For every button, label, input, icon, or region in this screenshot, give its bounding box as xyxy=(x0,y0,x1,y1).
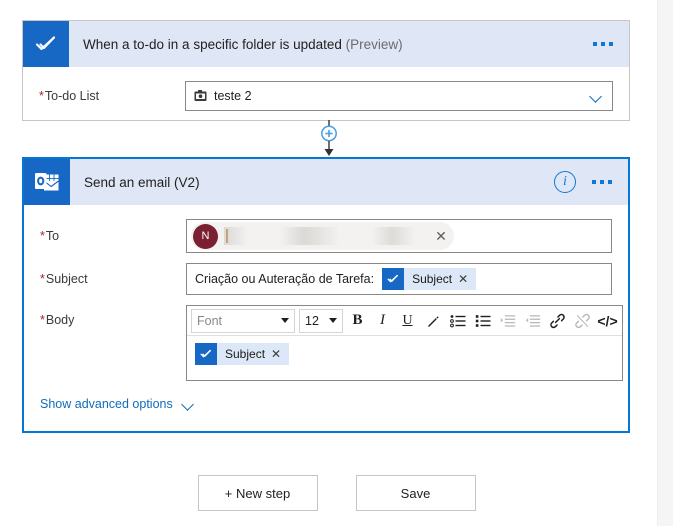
flow-designer-canvas: When a to-do in a specific folder is upd… xyxy=(0,0,673,526)
remove-token-icon[interactable]: ✕ xyxy=(271,347,289,361)
arrow-down-icon xyxy=(324,149,334,156)
font-size-value: 12 xyxy=(305,313,319,328)
info-circle-icon[interactable]: i xyxy=(554,171,576,193)
trigger-title-text: When a to-do in a specific folder is upd… xyxy=(83,36,342,52)
subject-control: Criação ou Auteração de Tarefa: Subject … xyxy=(186,263,612,295)
subject-input[interactable]: Criação ou Auteração de Tarefa: Subject … xyxy=(186,263,612,295)
todo-list-value: teste 2 xyxy=(214,89,252,103)
preview-tag: (Preview) xyxy=(345,36,403,52)
editor-toolbar: Font 12 B I U </> xyxy=(187,306,622,336)
to-input[interactable]: N ✕ xyxy=(186,219,612,253)
microsoft-todo-icon xyxy=(382,268,405,290)
subject-field-row: *Subject Criação ou Auteração de Tarefa: xyxy=(24,253,628,295)
action-header-main[interactable]: Send an email (V2) xyxy=(24,159,554,205)
action-ellipsis-icon[interactable] xyxy=(590,176,614,188)
remove-recipient-icon[interactable]: ✕ xyxy=(430,229,452,243)
microsoft-todo-icon xyxy=(23,21,69,67)
required-marker: * xyxy=(40,272,45,286)
body-label-text: Body xyxy=(45,313,75,327)
unlink-icon xyxy=(570,308,595,333)
font-size-select[interactable]: 12 xyxy=(299,308,343,333)
rich-text-editor[interactable]: Font 12 B I U </> Subject ✕ xyxy=(186,305,623,381)
subject-label-text: Subject xyxy=(45,272,88,286)
send-email-action-card[interactable]: Send an email (V2) i *To N ✕ *Subject Cr… xyxy=(22,157,630,433)
outlook-icon xyxy=(24,159,70,205)
save-button[interactable]: Save xyxy=(355,475,476,511)
chevron-down-icon[interactable] xyxy=(590,92,604,101)
chevron-down-icon xyxy=(329,318,337,323)
todo-list-label: *To-do List xyxy=(39,81,185,103)
todo-list-label-text: To-do List xyxy=(44,89,100,103)
trigger-card-header[interactable]: When a to-do in a specific folder is upd… xyxy=(23,21,629,67)
recipient-pill[interactable]: N ✕ xyxy=(191,222,454,250)
text-color-icon[interactable] xyxy=(420,308,445,333)
body-label: *Body xyxy=(40,305,186,327)
todo-list-icon xyxy=(194,90,207,102)
to-control: N ✕ xyxy=(186,219,612,253)
action-card-header[interactable]: Send an email (V2) i xyxy=(24,159,628,205)
remove-token-icon[interactable]: ✕ xyxy=(458,272,476,286)
to-field-row: *To N ✕ xyxy=(24,205,628,253)
footer-button-bar: + New step Save xyxy=(0,475,673,511)
flow-connector xyxy=(316,120,342,158)
chevron-down-icon xyxy=(182,400,195,408)
avatar: N xyxy=(193,223,218,249)
show-advanced-options-label: Show advanced options xyxy=(40,397,173,411)
trigger-ellipsis-icon[interactable] xyxy=(591,38,615,50)
body-token-chip[interactable]: Subject ✕ xyxy=(195,343,290,365)
bold-icon[interactable]: B xyxy=(345,308,370,333)
subject-token-chip[interactable]: Subject ✕ xyxy=(382,268,477,290)
required-marker: * xyxy=(40,229,45,243)
to-label: *To xyxy=(40,219,186,243)
recipient-email-redacted xyxy=(224,227,424,245)
trigger-card-title: When a to-do in a specific folder is upd… xyxy=(83,37,403,52)
subject-text: Criação ou Auteração de Tarefa: xyxy=(195,272,375,286)
trigger-card-body: *To-do List teste 2 xyxy=(23,67,629,111)
code-view-icon[interactable]: </> xyxy=(595,308,620,333)
bulleted-list-icon[interactable] xyxy=(445,308,470,333)
font-family-select[interactable]: Font xyxy=(191,308,295,333)
subject-label: *Subject xyxy=(40,263,186,286)
body-control: Font 12 B I U </> Subject ✕ xyxy=(186,305,623,381)
chevron-down-icon xyxy=(281,318,289,323)
todo-list-control: teste 2 xyxy=(185,81,613,111)
action-card-title: Send an email (V2) xyxy=(84,174,200,190)
to-label-text: To xyxy=(45,229,60,243)
todo-list-field-row: *To-do List teste 2 xyxy=(23,67,629,111)
show-advanced-options-link[interactable]: Show advanced options xyxy=(40,397,195,411)
indent-decrease-icon xyxy=(520,308,545,333)
vertical-scrollbar[interactable] xyxy=(657,0,673,526)
required-marker: * xyxy=(40,313,45,327)
trigger-header-actions xyxy=(591,38,629,50)
numbered-list-icon[interactable] xyxy=(470,308,495,333)
action-header-actions: i xyxy=(554,171,628,193)
action-card-body: *To N ✕ *Subject Criação ou Auteração de… xyxy=(24,205,628,413)
body-field-row: *Body Font 12 B I U </> Subject ✕ xyxy=(24,295,628,381)
subject-token-label: Subject xyxy=(412,272,453,286)
todo-list-dropdown[interactable]: teste 2 xyxy=(185,81,613,111)
new-step-button[interactable]: + New step xyxy=(197,475,318,511)
trigger-card[interactable]: When a to-do in a specific folder is upd… xyxy=(22,20,630,121)
microsoft-todo-icon xyxy=(195,343,217,365)
underline-icon[interactable]: U xyxy=(395,308,420,333)
body-token-label: Subject xyxy=(225,347,266,361)
italic-icon[interactable]: I xyxy=(370,308,395,333)
required-marker: * xyxy=(39,89,44,103)
indent-increase-icon xyxy=(495,308,520,333)
font-family-value: Font xyxy=(197,313,223,328)
body-editor-content[interactable]: Subject ✕ xyxy=(187,336,622,380)
link-icon[interactable] xyxy=(545,308,570,333)
